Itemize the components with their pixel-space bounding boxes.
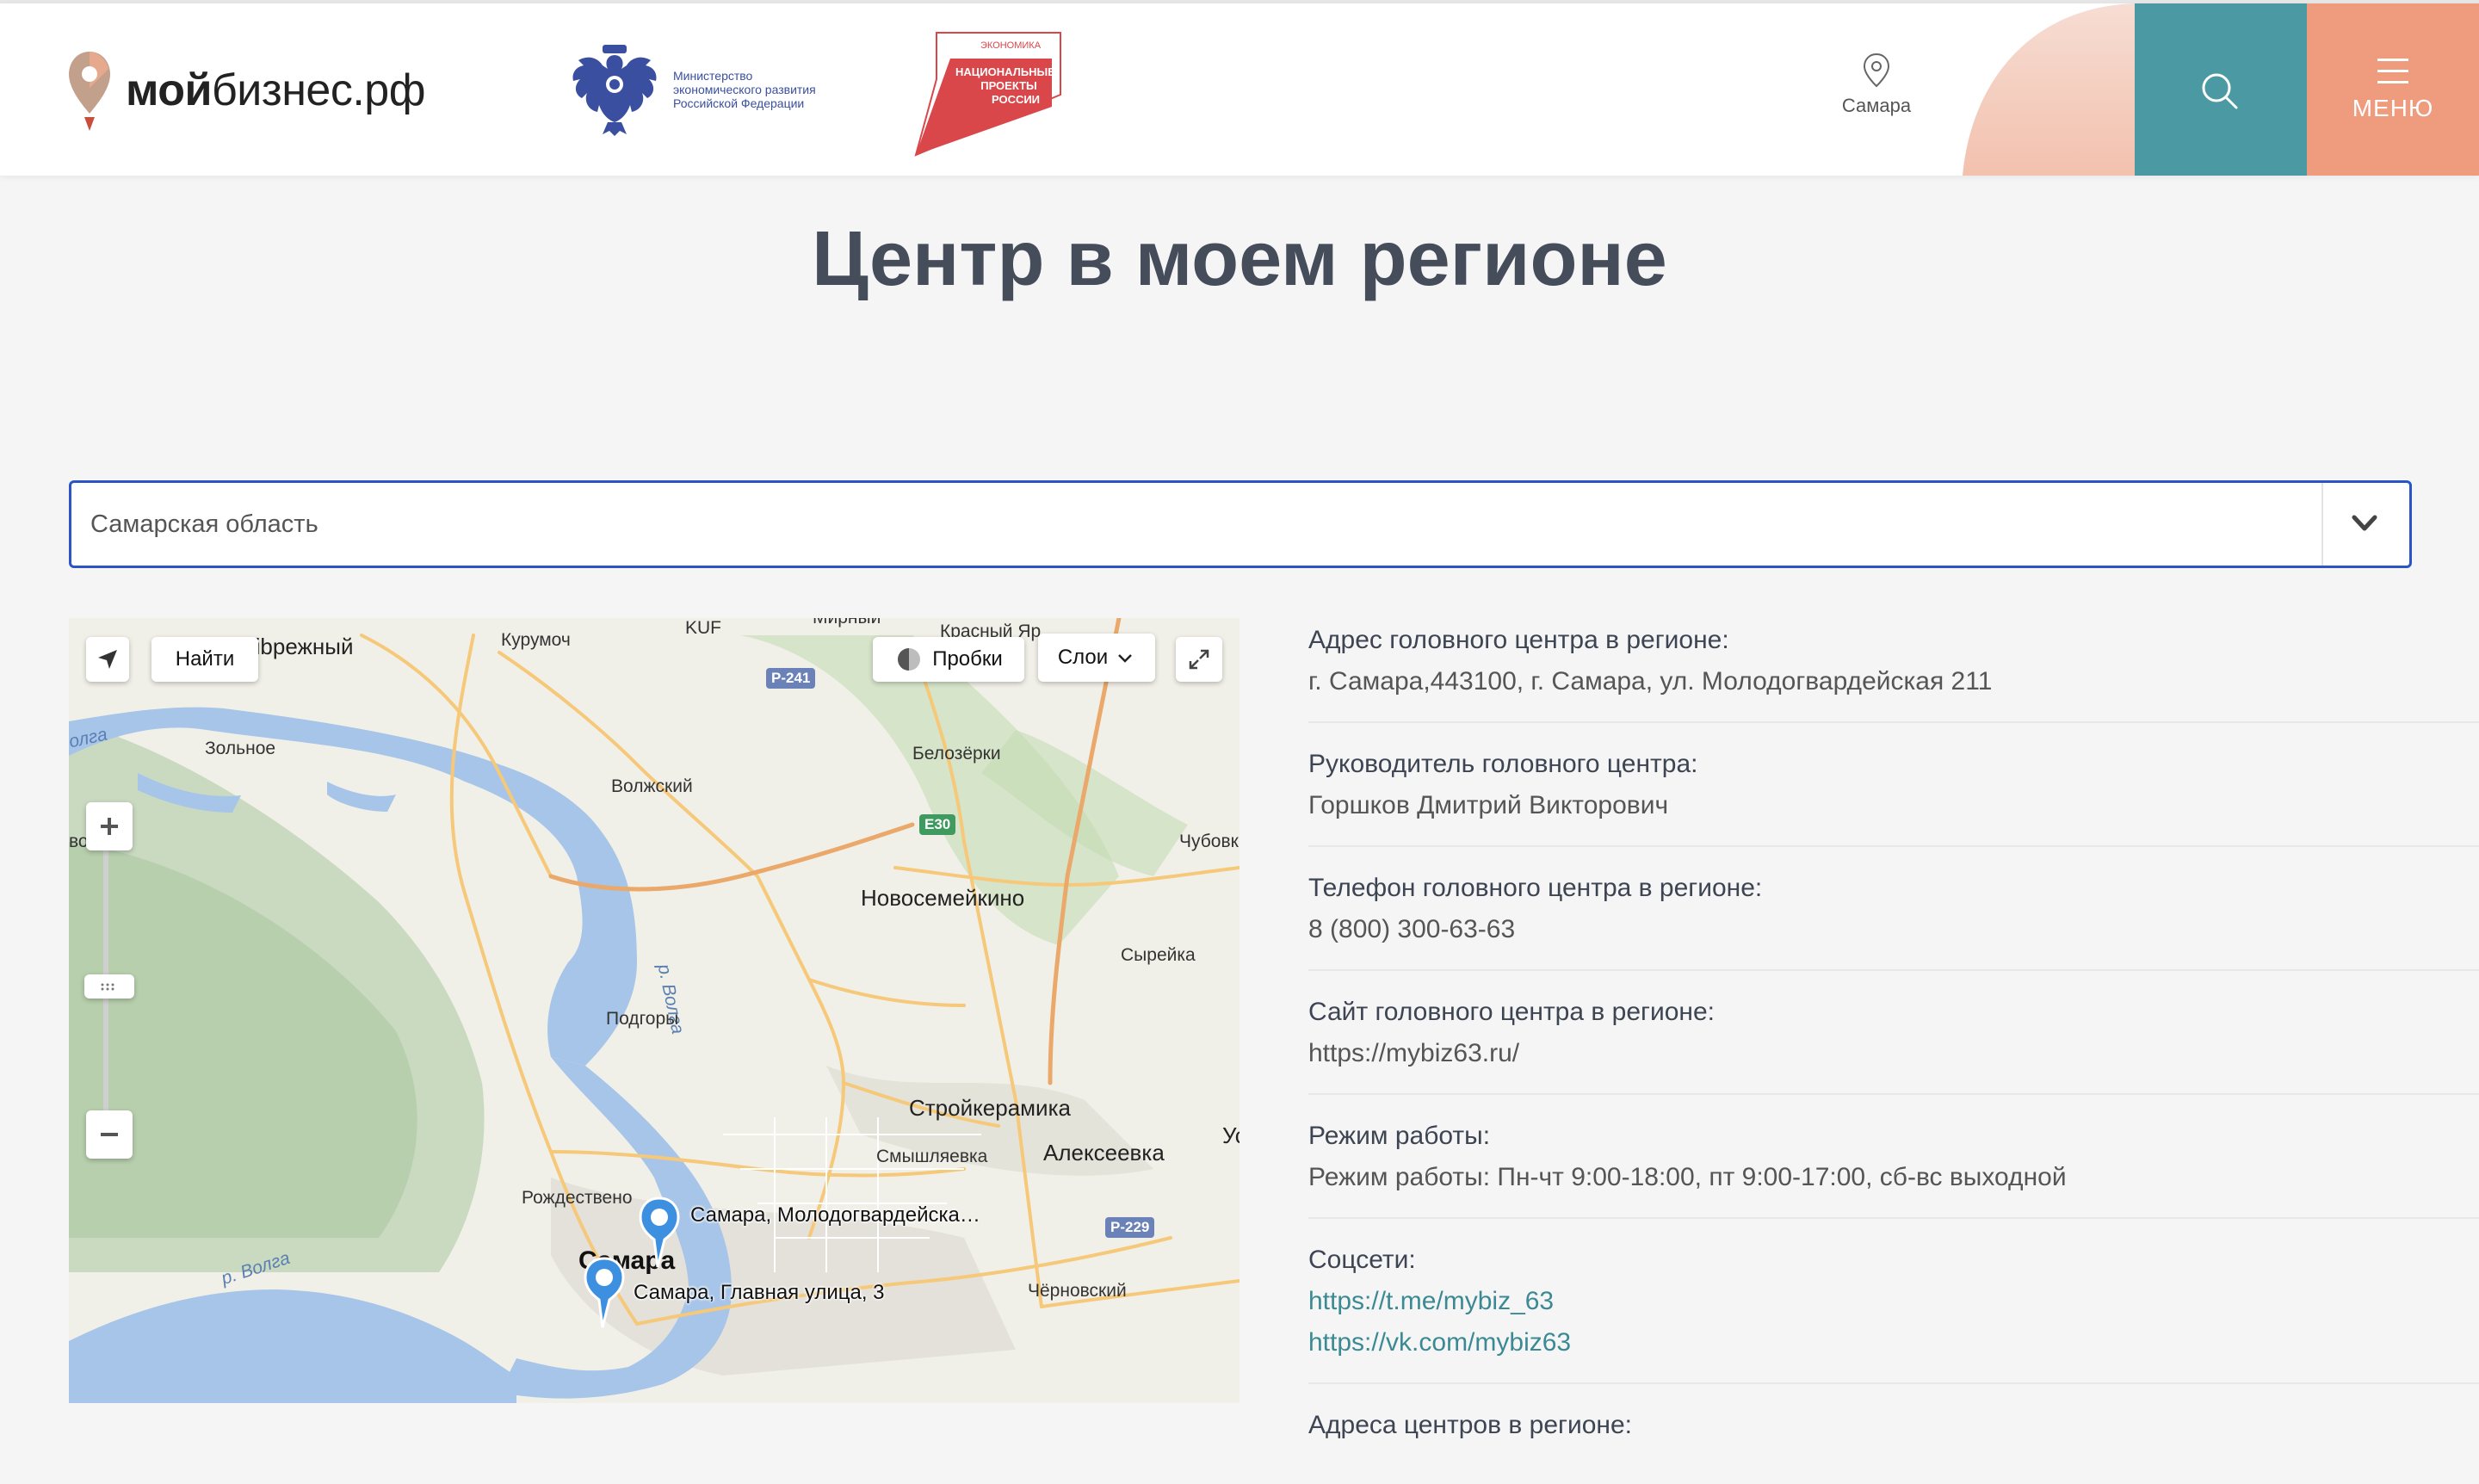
info-value: г. Самара,443100, г. Самара, ул. Молодог… (1308, 667, 1993, 696)
info-social: Соцсети: https://t.me/mybiz_63 https://v… (1308, 1238, 2479, 1384)
map-label-u: Ус (1222, 1122, 1240, 1148)
map-label-belozerki: Белозёрки (912, 744, 1001, 764)
map-pin-icon[interactable] (580, 1255, 628, 1329)
info-value: 8 (800) 300-63-63 (1308, 915, 1516, 943)
map-label-rozhdestveno: Рождествено (522, 1188, 633, 1208)
decorative-arc (1963, 3, 2135, 176)
navigation-arrow-icon (98, 650, 117, 669)
minus-icon (101, 1133, 118, 1136)
map-label-smyshlyaevka: Смышляевка (876, 1147, 988, 1166)
info-label: Телефон головного центра в регионе: (1308, 874, 1763, 902)
info-phone: Телефон головного центра в регионе: 8 (8… (1308, 866, 2479, 971)
map-label-kurumoch: Курумоч (501, 630, 571, 650)
search-button[interactable] (2135, 3, 2307, 176)
site-logo[interactable]: мойбизнес.рф (65, 43, 425, 138)
logo-pin-icon (69, 52, 110, 131)
map-label-chubovka: Чубовк (1179, 832, 1239, 851)
info-label: Режим работы: (1308, 1122, 1491, 1150)
find-button[interactable]: Найти (151, 637, 258, 682)
logo-text: мойбизнес.рф (126, 65, 425, 115)
layers-button[interactable]: Слои (1038, 634, 1155, 682)
region-name: Самара (1841, 95, 1912, 116)
region-select-value: Самарская область (90, 510, 318, 538)
ministry-logo[interactable]: Министерство экономического развития Рос… (565, 40, 845, 139)
map-label-novosemeykino: Новосемейкино (861, 885, 1025, 911)
svg-text:ПРОЕКТЫ: ПРОЕКТЫ (980, 79, 1037, 92)
hamburger-icon (2377, 59, 2408, 83)
traffic-button[interactable]: Пробки (873, 637, 1024, 682)
map-label-volzhsky: Волжский (611, 776, 693, 796)
info-value: Режим работы: Пн-чт 9:00-18:00, пт 9:00-… (1308, 1163, 2067, 1191)
map-pin-icon[interactable] (635, 1195, 683, 1269)
national-projects-emblem-icon: ЭКОНОМИКА НАЦИОНАЛЬНЫЕ ПРОЕКТЫ РОССИИ (914, 32, 1061, 157)
map-pin-label: Самара, Главная улица, 3 (634, 1281, 885, 1304)
map-label-podgory: Подгоры (606, 1009, 679, 1029)
svg-text:НАЦИОНАЛЬНЫЕ: НАЦИОНАЛЬНЫЕ (955, 65, 1055, 78)
info-label: Руководитель головного центра: (1308, 750, 1698, 778)
map-label-stroykeramika: Стройкерамика (909, 1095, 1071, 1121)
traffic-label: Пробки (932, 647, 1003, 671)
map-label-mirny: Мирный (813, 618, 881, 628)
region-select[interactable]: Самарская область (69, 480, 2412, 568)
grip-icon (101, 983, 114, 991)
map-pin-label: Самара, Молодогвардейска… (690, 1203, 980, 1227)
info-head: Руководитель головного центра: Горшков Д… (1308, 742, 2479, 847)
zoom-out-button[interactable] (86, 1110, 133, 1159)
location-pin-icon (1863, 53, 1890, 88)
map-label-zolnoe: Зольное (205, 739, 276, 758)
map-label-alekseevka: Алексеевка (1043, 1140, 1165, 1166)
center-info: Адрес головного центра в регионе: г. Сам… (1308, 618, 2479, 1484)
map-label-kuf: KUF (685, 618, 721, 638)
road-sign-r241: Р-241 (766, 668, 816, 689)
chevron-down-icon (1118, 654, 1133, 663)
map-label-chernovsky: Чёрновский (1028, 1281, 1127, 1301)
road-sign-r229: Р-229 (1105, 1217, 1155, 1238)
eagle-emblem-icon (572, 45, 657, 136)
svg-text:ЭКОНОМИКА: ЭКОНОМИКА (980, 40, 1042, 51)
info-label: Соцсети: (1308, 1246, 1416, 1274)
national-projects-logo[interactable]: ЭКОНОМИКА НАЦИОНАЛЬНЫЕ ПРОЕКТЫ РОССИИ (909, 29, 1064, 163)
road-sign-e30: E30 (919, 814, 956, 835)
info-address: Адрес головного центра в регионе: г. Сам… (1308, 618, 2479, 723)
site-link[interactable]: https://mybiz63.ru/ (1308, 1033, 2479, 1074)
region-selector[interactable]: Самара (1825, 52, 1928, 117)
svg-text:РОССИИ: РОССИИ (992, 93, 1040, 106)
menu-label: МЕНЮ (2352, 95, 2434, 121)
map-label-pribrezhny: ribрежный (248, 634, 354, 659)
map-label-syreyka: Сырейка (1121, 945, 1196, 965)
menu-button[interactable]: МЕНЮ (2307, 3, 2479, 176)
search-icon (2202, 73, 2238, 109)
zoom-in-button[interactable] (86, 802, 133, 850)
geolocation-button[interactable] (86, 637, 129, 682)
map[interactable]: ribрежный Курумоч KUF Мирный Красный Яр … (69, 618, 1240, 1403)
info-value: Горшков Дмитрий Викторович (1308, 791, 1669, 819)
page-title: Центр в моем регионе (812, 216, 1667, 302)
chevron-down-icon[interactable] (2344, 507, 2385, 541)
info-site: Сайт головного центра в регионе: https:/… (1308, 990, 2479, 1095)
plus-icon (101, 818, 118, 835)
telegram-link[interactable]: https://t.me/mybiz_63 (1308, 1281, 2479, 1322)
traffic-light-icon (898, 648, 921, 671)
info-centers: Адреса центров в регионе: (1308, 1403, 2479, 1465)
select-divider (2321, 483, 2323, 566)
ministry-text: Министерство экономического развития Рос… (673, 69, 816, 110)
zoom-slider-handle[interactable] (84, 974, 134, 999)
info-label: Адрес головного центра в регионе: (1308, 626, 1729, 654)
expand-icon (1189, 649, 1209, 670)
layers-label: Слои (1057, 646, 1109, 669)
info-hours: Режим работы: Режим работы: Пн-чт 9:00-1… (1308, 1114, 2479, 1219)
fullscreen-button[interactable] (1176, 637, 1222, 682)
vk-link[interactable]: https://vk.com/mybiz63 (1308, 1322, 2479, 1363)
info-label: Сайт головного центра в регионе: (1308, 998, 1716, 1026)
info-label: Адреса центров в регионе: (1308, 1411, 1632, 1439)
